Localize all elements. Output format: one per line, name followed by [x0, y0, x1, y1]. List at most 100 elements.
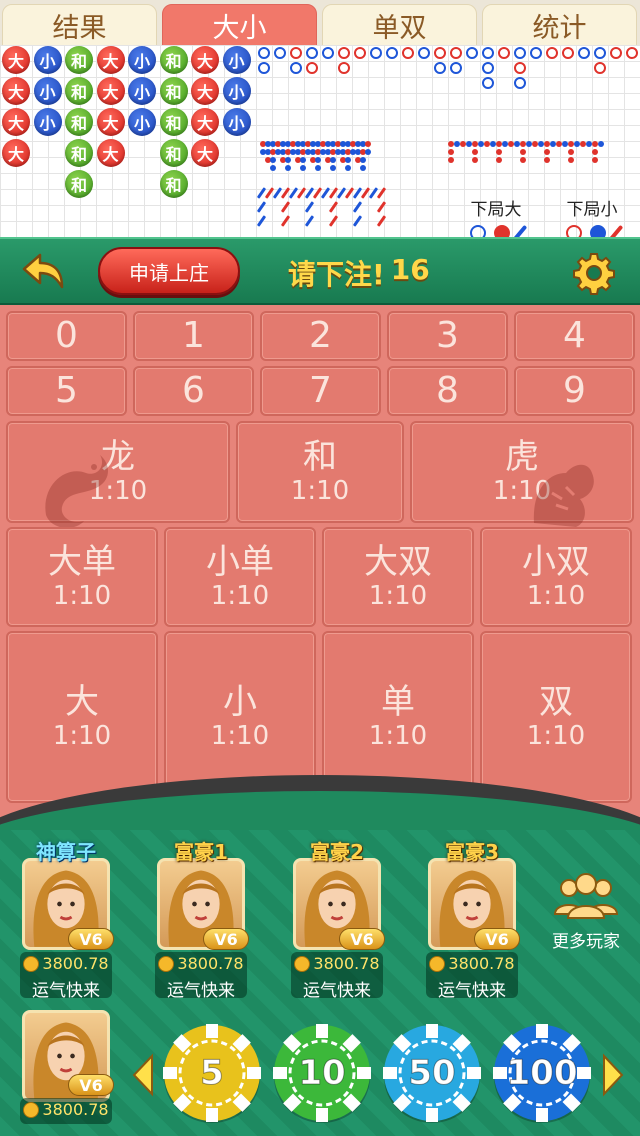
- bet-tie-odds: 1:10: [290, 476, 350, 506]
- chip-right-arrow-icon[interactable]: [600, 1052, 626, 1098]
- bet-basic-3[interactable]: 双 1:10: [480, 631, 632, 803]
- road-ring: [290, 47, 302, 59]
- bet-basic-label: 大: [65, 682, 99, 722]
- bead-big: 大: [2, 46, 30, 74]
- chip-50[interactable]: 50: [382, 1022, 482, 1124]
- chip-10[interactable]: 10: [272, 1022, 372, 1124]
- bet-number-1[interactable]: 1: [133, 311, 254, 361]
- player-coins: 3800.78: [177, 954, 244, 973]
- bead-small: 小: [128, 46, 156, 74]
- tiger-icon: [533, 464, 594, 527]
- bet-basic-label: 单: [381, 682, 415, 722]
- tab-statistics[interactable]: 统计: [482, 4, 637, 46]
- bet-number-9[interactable]: 9: [514, 366, 635, 416]
- red-ring-icon: [566, 225, 582, 237]
- road-ring: [434, 47, 446, 59]
- player-info: 3800.78 运气快来: [155, 952, 247, 1001]
- bet-combo-odds: 1:10: [210, 581, 270, 611]
- tab-results[interactable]: 结果: [2, 4, 157, 46]
- bet-combo-1[interactable]: 小单 1:10: [164, 527, 316, 627]
- road-ring: [338, 62, 350, 74]
- back-arrow-icon[interactable]: [20, 251, 66, 293]
- gear-icon[interactable]: [572, 251, 616, 295]
- dragon-icon: [45, 455, 108, 528]
- player-title: 神算子: [36, 840, 96, 864]
- player-seat-2[interactable]: 富豪1 V6 3800.78 运气快来: [155, 836, 249, 1001]
- bet-combo-label: 小双: [522, 542, 590, 582]
- bead-big: 大: [191, 46, 219, 74]
- bet-combo-3[interactable]: 小双 1:10: [480, 527, 632, 627]
- bet-number-4[interactable]: 4: [514, 311, 635, 361]
- road-ring: [306, 47, 318, 59]
- tab-odd-even[interactable]: 单双: [322, 4, 477, 46]
- road-dot: [315, 157, 321, 163]
- road-ring: [306, 62, 318, 74]
- road-dot: [496, 157, 502, 163]
- bet-tie[interactable]: 和 1:10: [236, 421, 404, 523]
- bet-number-8[interactable]: 8: [387, 366, 508, 416]
- self-player[interactable]: V6 3800.78: [20, 988, 114, 1128]
- bead-small: 小: [222, 108, 251, 136]
- bet-tiger[interactable]: 虎 1:10: [410, 421, 634, 527]
- road-dot: [270, 165, 276, 171]
- bead-small: 小: [128, 108, 156, 136]
- bet-tie-label: 和: [303, 437, 337, 477]
- road-dot: [360, 165, 366, 171]
- chip-5[interactable]: 5: [162, 1022, 262, 1124]
- bet-number-0[interactable]: 0: [6, 311, 127, 361]
- red-slash-icon: [608, 224, 624, 237]
- player-seat-4[interactable]: 富豪3 V6 3800.78 运气快来: [426, 836, 520, 1001]
- next-big-indicator[interactable]: 下局大: [458, 195, 534, 237]
- bead-big: 大: [96, 77, 125, 105]
- next-small-indicator[interactable]: 下局小: [552, 195, 632, 237]
- chip-value: 100: [506, 1053, 578, 1094]
- road-dot: [592, 149, 598, 155]
- chip-value: 10: [298, 1053, 346, 1094]
- bead-big: 大: [96, 108, 125, 136]
- bet-number-2[interactable]: 2: [260, 311, 381, 361]
- bet-number-7[interactable]: 7: [260, 366, 381, 416]
- bet-basic-label: 双: [539, 682, 573, 722]
- road-dot: [345, 157, 351, 163]
- bet-basic-0[interactable]: 大 1:10: [6, 631, 158, 803]
- vip-badge: V6: [474, 928, 520, 950]
- road-ring: [370, 47, 382, 59]
- bead-small: 小: [33, 108, 62, 136]
- bead-big: 大: [191, 77, 219, 105]
- trend-road-panel: 大大大大小小小和和和和和大大大大小小小和和和和和大大大大小小小 下局大 下局小: [0, 45, 640, 237]
- vip-badge: V6: [68, 928, 114, 950]
- player-seat-1[interactable]: 神算子 V6 3800.78 运气快来: [20, 836, 114, 1001]
- countdown-timer: 16: [390, 253, 430, 286]
- bet-number-5[interactable]: 5: [6, 366, 127, 416]
- road-ring: [562, 47, 574, 59]
- betting-table: 0123456789 龙 1:10 和 1:10 虎 1:10 大单 1:10 小单…: [0, 305, 640, 931]
- road-ring: [482, 62, 494, 74]
- chip-100[interactable]: 100: [492, 1022, 592, 1124]
- bet-number-3[interactable]: 3: [387, 311, 508, 361]
- bet-combo-label: 大双: [364, 542, 432, 582]
- bet-basic-odds: 1:10: [210, 721, 270, 751]
- chip-left-arrow-icon[interactable]: [130, 1052, 156, 1098]
- road-ring: [610, 47, 622, 59]
- player-status: 运气快来: [167, 981, 235, 1001]
- bet-basic-2[interactable]: 单 1:10: [322, 631, 474, 803]
- road-dot: [496, 149, 502, 155]
- bet-dragon[interactable]: 龙 1:10: [6, 421, 230, 528]
- more-players-label: 更多玩家: [552, 932, 620, 952]
- more-players-button[interactable]: 更多玩家: [544, 870, 628, 952]
- road-dot: [520, 157, 526, 163]
- bet-basic-1[interactable]: 小 1:10: [164, 631, 316, 803]
- bead-small: 小: [222, 77, 251, 105]
- player-title: 富豪1: [174, 840, 228, 864]
- bet-combo-0[interactable]: 大单 1:10: [6, 527, 158, 627]
- tab-big-small[interactable]: 大小: [162, 4, 317, 46]
- bet-combo-2[interactable]: 大双 1:10: [322, 527, 474, 627]
- road-ring: [626, 47, 638, 59]
- player-status: 运气快来: [438, 981, 506, 1001]
- red-dot-icon: [494, 225, 510, 237]
- bead-big: 大: [2, 139, 30, 167]
- player-seat-3[interactable]: 富豪2 V6 3800.78 运气快来: [291, 836, 385, 1001]
- coin-icon: [294, 955, 311, 972]
- apply-banker-button[interactable]: 申请上庄: [98, 247, 240, 295]
- bet-number-6[interactable]: 6: [133, 366, 254, 416]
